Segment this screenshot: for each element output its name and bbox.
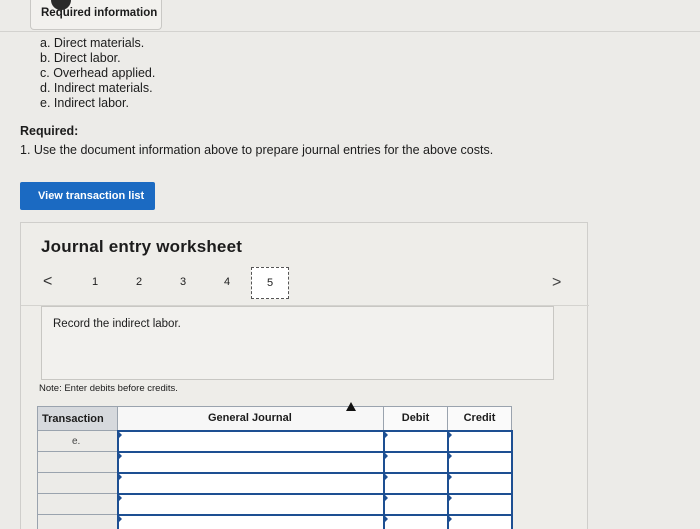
- required-heading: Required:: [20, 124, 79, 138]
- transaction-cell: [37, 493, 118, 515]
- page-5[interactable]: 5: [251, 267, 289, 299]
- general-journal-input[interactable]: [116, 492, 385, 516]
- transaction-cell: [37, 472, 118, 494]
- table-row: [37, 471, 513, 495]
- next-arrow-icon[interactable]: >: [552, 274, 561, 292]
- mouse-cursor-icon: [346, 402, 356, 411]
- debit-input[interactable]: [382, 492, 449, 516]
- general-journal-header: General Journal: [117, 406, 384, 431]
- general-journal-input[interactable]: [116, 471, 385, 495]
- credit-input[interactable]: [446, 471, 513, 495]
- credit-input[interactable]: [446, 513, 513, 529]
- view-transaction-list-button[interactable]: View transaction list: [20, 182, 155, 210]
- entry-description: Record the indirect labor.: [53, 318, 181, 330]
- info-item: a. Direct materials.: [40, 36, 145, 50]
- page-2[interactable]: 2: [129, 275, 149, 289]
- debit-input[interactable]: [382, 513, 449, 529]
- table-row: [37, 513, 513, 529]
- info-item: b. Direct labor.: [40, 51, 121, 65]
- debits-note: Note: Enter debits before credits.: [39, 383, 178, 394]
- debit-input[interactable]: [382, 450, 449, 474]
- page-1[interactable]: 1: [85, 275, 105, 289]
- transaction-cell: [37, 514, 118, 529]
- transaction-cell: e.: [37, 430, 118, 452]
- top-bar: Required information: [0, 0, 700, 32]
- table-row: [37, 492, 513, 516]
- required-information-tab[interactable]: Required information: [30, 0, 162, 30]
- general-journal-input[interactable]: [116, 450, 385, 474]
- credit-input[interactable]: [446, 450, 513, 474]
- page-4[interactable]: 4: [217, 275, 237, 289]
- general-journal-input[interactable]: [116, 429, 385, 453]
- worksheet-pagination: < 1 2 3 4 5: [21, 267, 589, 299]
- journal-table: Transaction General Journal Debit Credit…: [37, 406, 513, 529]
- prev-arrow-icon[interactable]: <: [43, 273, 52, 291]
- transaction-cell: [37, 451, 118, 473]
- debit-input[interactable]: [382, 471, 449, 495]
- table-row: [37, 450, 513, 474]
- transaction-header: Transaction: [37, 406, 118, 431]
- info-item: d. Indirect materials.: [40, 81, 153, 95]
- entry-description-box: Record the indirect labor.: [41, 306, 554, 380]
- info-items-list: a. Direct materials. b. Direct labor. c.…: [40, 36, 155, 111]
- required-text: 1. Use the document information above to…: [20, 143, 494, 157]
- credit-input[interactable]: [446, 429, 513, 453]
- page-3[interactable]: 3: [173, 275, 193, 289]
- debit-header: Debit: [383, 406, 448, 431]
- credit-input[interactable]: [446, 492, 513, 516]
- debit-input[interactable]: [382, 429, 449, 453]
- info-item: e. Indirect labor.: [40, 96, 129, 110]
- credit-header: Credit: [447, 406, 512, 431]
- info-item: c. Overhead applied.: [40, 66, 156, 80]
- worksheet-title: Journal entry worksheet: [41, 237, 243, 256]
- table-row: e.: [37, 429, 513, 453]
- general-journal-input[interactable]: [116, 513, 385, 529]
